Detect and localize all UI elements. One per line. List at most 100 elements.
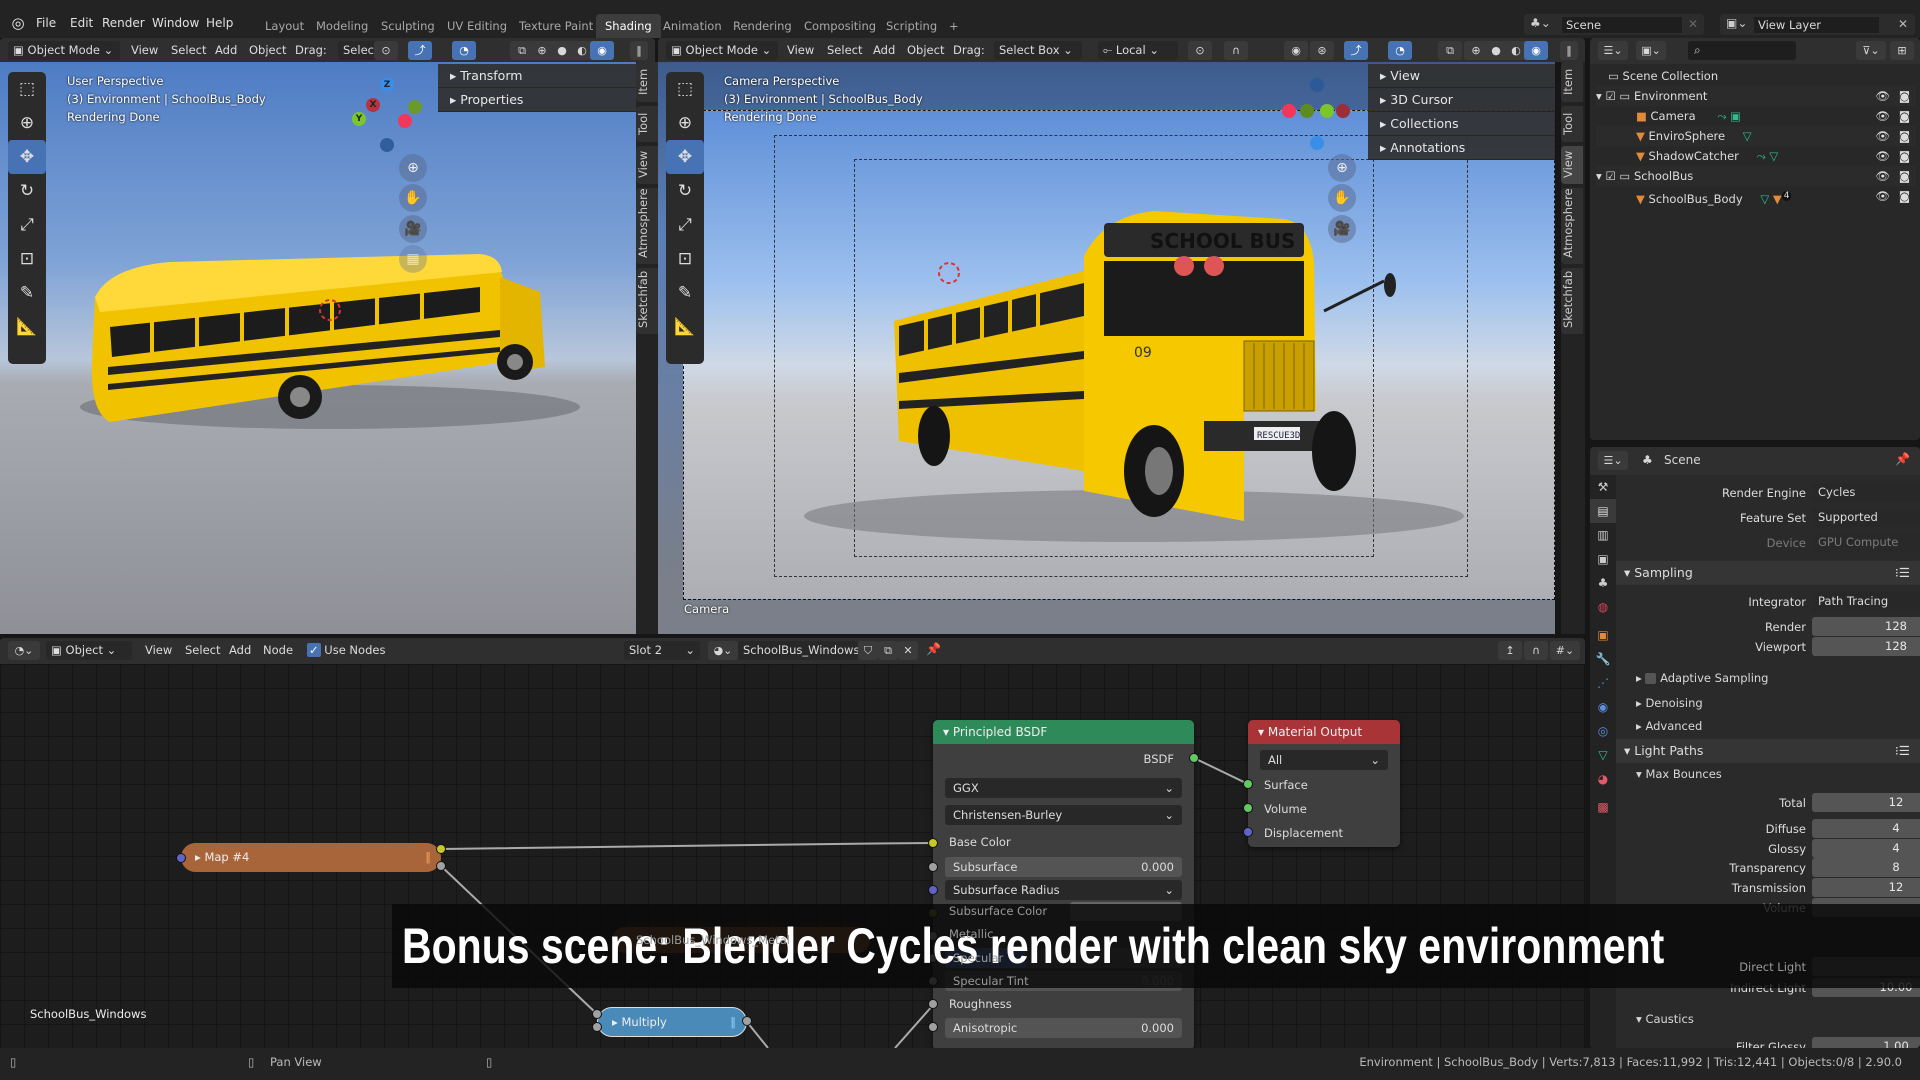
render-camera-icon[interactable]: ◙	[1899, 146, 1910, 166]
gizmo-neg-y[interactable]	[1320, 104, 1334, 118]
render-camera-icon[interactable]: ◙	[1899, 126, 1910, 146]
blender-logo-icon[interactable]: ◎	[8, 14, 28, 34]
snap-grid-icon[interactable]: #⌄	[1550, 641, 1580, 660]
outliner-item-schoolbus[interactable]: ▾ ☑ ▭ SchoolBus 👁 ◙	[1596, 166, 1916, 186]
modifier-wrench-icon[interactable]: 🔧	[1590, 647, 1616, 671]
panel-transform[interactable]: ▸ Transform	[438, 64, 636, 88]
add-workspace-button[interactable]: +	[940, 14, 968, 38]
camera-view-icon[interactable]: 🎥	[1328, 215, 1356, 243]
tab-item[interactable]: Item	[1561, 62, 1583, 102]
gizmo-neg-z[interactable]	[1310, 136, 1324, 150]
tab-view[interactable]: View	[1561, 146, 1583, 184]
bounce-field[interactable]: 8	[1812, 858, 1920, 877]
tab-item[interactable]: Item	[636, 62, 658, 102]
pin-icon[interactable]: 📌	[1895, 452, 1910, 466]
camera-data-icon[interactable]: ⤳ ▣	[1717, 109, 1741, 123]
socket-base-color[interactable]	[928, 838, 938, 848]
tab-layout[interactable]: Layout	[256, 14, 313, 38]
tab-texture-paint[interactable]: Texture Paint	[510, 14, 602, 38]
material-output-node[interactable]: ▾ Material Output All ⌄ Surface Volume Di…	[1248, 720, 1400, 847]
bounce-field[interactable]: 12	[1812, 878, 1920, 897]
gizmo-neg-y[interactable]	[408, 100, 422, 114]
display-mode-icon[interactable]: ☰⌄	[1598, 41, 1628, 60]
tab-scripting[interactable]: Scripting	[877, 14, 946, 38]
node-canvas[interactable]: SchoolBus_Windows ▸ Map #4 ‖ SchoolBus_Wi…	[0, 664, 1585, 1048]
menu-window[interactable]: Window	[146, 12, 205, 34]
socket-float[interactable]	[436, 861, 446, 871]
render-camera-icon[interactable]: ◙	[1899, 86, 1910, 106]
menu-help[interactable]: Help	[200, 12, 239, 34]
select-box-tool-icon[interactable]: ⬚	[8, 72, 46, 106]
menu-view[interactable]: View	[126, 41, 163, 60]
fake-user-shield-icon[interactable]: ⛉	[858, 641, 878, 660]
outliner-item-shadowcatcher[interactable]: ▼ ShadowCatcher ⤳ ▽ 👁 ◙	[1596, 146, 1916, 166]
bounce-field[interactable]: 4	[1812, 819, 1920, 838]
right-viewport[interactable]: SCHOOL BUS RESCUE3D 09 ⬚ ⊕ ✥ ↻ ⤢ ⊡ ✎ 📐 C…	[658, 62, 1555, 634]
denoising-subpanel[interactable]: ▸ Denoising	[1636, 693, 1703, 713]
caustics-subpanel[interactable]: ▾ Caustics	[1636, 1009, 1694, 1029]
tab-tool[interactable]: Tool	[636, 106, 658, 142]
snap-magnet-icon[interactable]: ∩	[1224, 41, 1248, 60]
socket-subsurface-radius[interactable]	[928, 885, 938, 895]
menu-add[interactable]: Add	[868, 41, 900, 60]
menu-select[interactable]: Select	[166, 41, 211, 60]
outliner-item-camera[interactable]: ■ Camera ⤳ ▣ 👁 ◙	[1596, 106, 1916, 126]
socket-float[interactable]	[592, 1022, 602, 1032]
filter-glossy-field[interactable]: 1.00	[1812, 1037, 1920, 1048]
shading-rendered-icon[interactable]: ◉	[1524, 41, 1548, 60]
gizmo-y[interactable]	[1300, 104, 1314, 118]
navigation-gizmo[interactable]	[1278, 74, 1358, 154]
pivot-icon[interactable]: ⊙	[1188, 41, 1212, 60]
snap-icon[interactable]: ⤴	[408, 41, 432, 60]
mesh-data-icon[interactable]: ▽	[1760, 192, 1769, 206]
scale-tool-icon[interactable]: ⤢	[666, 208, 704, 242]
viewport-samples-field[interactable]: 128	[1812, 637, 1920, 656]
drag-dropdown[interactable]: Selec	[338, 41, 379, 60]
render-samples-field[interactable]: 128	[1812, 617, 1920, 636]
gizmo-neg-x[interactable]	[398, 114, 412, 128]
expand-icon[interactable]: ▾	[1596, 89, 1602, 103]
editor-type-icon[interactable]: ☰⌄	[1598, 451, 1628, 470]
rotate-tool-icon[interactable]: ↻	[8, 174, 46, 208]
view-layer-selector[interactable]: ▣⌄ View Layer ✕	[1720, 14, 1915, 35]
node-header[interactable]: ▾ Material Output	[1248, 720, 1400, 744]
close-icon[interactable]: ✕	[1688, 17, 1698, 31]
socket-anisotropic[interactable]	[928, 1022, 938, 1032]
feature-set-dropdown[interactable]: Supported⌄	[1812, 508, 1920, 527]
menu-view[interactable]: View	[782, 41, 819, 60]
output-tab-icon[interactable]: ▥	[1590, 523, 1616, 547]
light-paths-panel-header[interactable]: ▾ Light Paths ⁝☰	[1616, 739, 1920, 763]
menu-object[interactable]: Object	[244, 41, 291, 60]
input-subsurface-radius[interactable]: Subsurface Radius ⌄	[945, 880, 1182, 900]
panel-properties[interactable]: ▸ Properties	[438, 88, 636, 112]
socket-surface[interactable]	[1243, 779, 1253, 789]
annotate-tool-icon[interactable]: ✎	[666, 276, 704, 310]
texture-tab-icon[interactable]: ▩	[1590, 795, 1616, 819]
unlink-material-icon[interactable]: ✕	[898, 641, 918, 660]
cursor-tool-icon[interactable]: ⊕	[8, 106, 46, 140]
outliner-item-schoolbus-body[interactable]: ▼ SchoolBus_Body ▽ ▼ 4 👁 ◙	[1596, 186, 1916, 206]
max-bounces-subpanel[interactable]: ▾ Max Bounces	[1636, 764, 1722, 784]
measure-tool-icon[interactable]: 📐	[666, 310, 704, 344]
scene-selector[interactable]: ♣⌄ Scene ✕	[1524, 14, 1704, 35]
physics-tab-icon[interactable]: ◉	[1590, 695, 1616, 719]
socket-bsdf-out[interactable]	[1189, 753, 1199, 763]
gizmo-x[interactable]	[1336, 104, 1350, 118]
mesh-data-icon[interactable]: ▽	[1743, 129, 1752, 143]
node-header[interactable]: ▾ Principled BSDF	[933, 720, 1194, 744]
menu-file[interactable]: File	[30, 12, 62, 34]
map-node[interactable]: ▸ Map #4 ‖	[181, 843, 441, 872]
pan-hand-icon[interactable]: ✋	[1328, 184, 1356, 212]
select-box-tool-icon[interactable]: ⬚	[666, 72, 704, 106]
presets-list-icon[interactable]: ⁝☰	[1895, 739, 1910, 763]
gizmo-toggle-icon[interactable]: ⤴	[1344, 41, 1368, 60]
zoom-icon[interactable]: ⊕	[1328, 154, 1356, 182]
render-camera-icon[interactable]: ◙	[1899, 186, 1910, 206]
new-collection-icon[interactable]: ⊞	[1890, 41, 1914, 60]
xray-icon[interactable]: ⧉	[1438, 41, 1462, 60]
pin-icon[interactable]: 📌	[926, 642, 941, 656]
orientation-dropdown[interactable]: ⟜ Local ⌄	[1098, 41, 1178, 60]
tab-atmosphere[interactable]: Atmosphere	[636, 188, 658, 264]
render-camera-icon[interactable]: ◙	[1899, 166, 1910, 186]
pivot-icon[interactable]: ⊙	[374, 41, 398, 60]
